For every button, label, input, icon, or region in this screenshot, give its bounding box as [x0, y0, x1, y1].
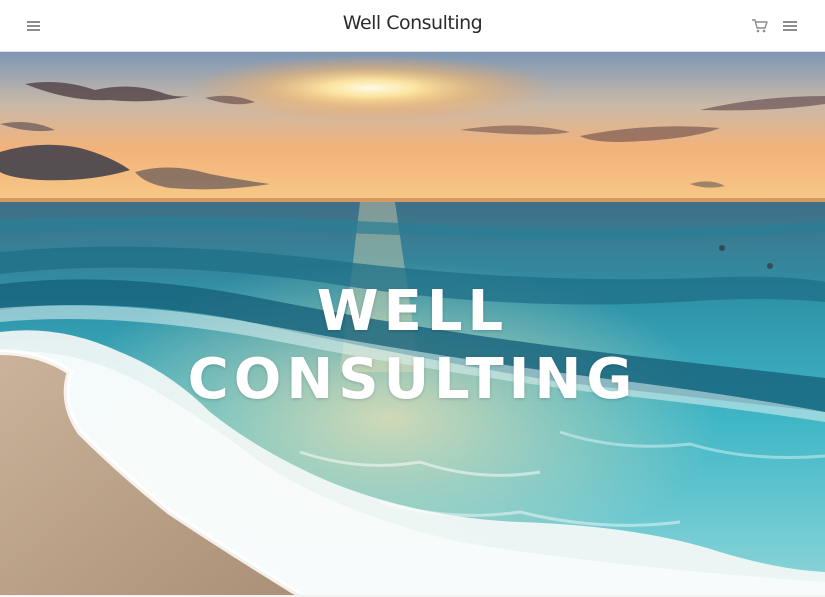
hero-title-line2: CONSULTING	[187, 347, 638, 412]
hamburger-menu-icon[interactable]	[780, 16, 800, 36]
hero-title: WELL CONSULTING	[0, 278, 825, 414]
shopping-cart-icon[interactable]	[750, 16, 770, 36]
page: Well Consulting WELL CONSULTING	[0, 0, 825, 597]
site-title[interactable]: Well Consulting	[0, 12, 825, 34]
hero-banner: WELL CONSULTING	[0, 52, 825, 595]
hero-title-line1: WELL	[316, 279, 509, 344]
site-header: Well Consulting	[0, 0, 825, 52]
